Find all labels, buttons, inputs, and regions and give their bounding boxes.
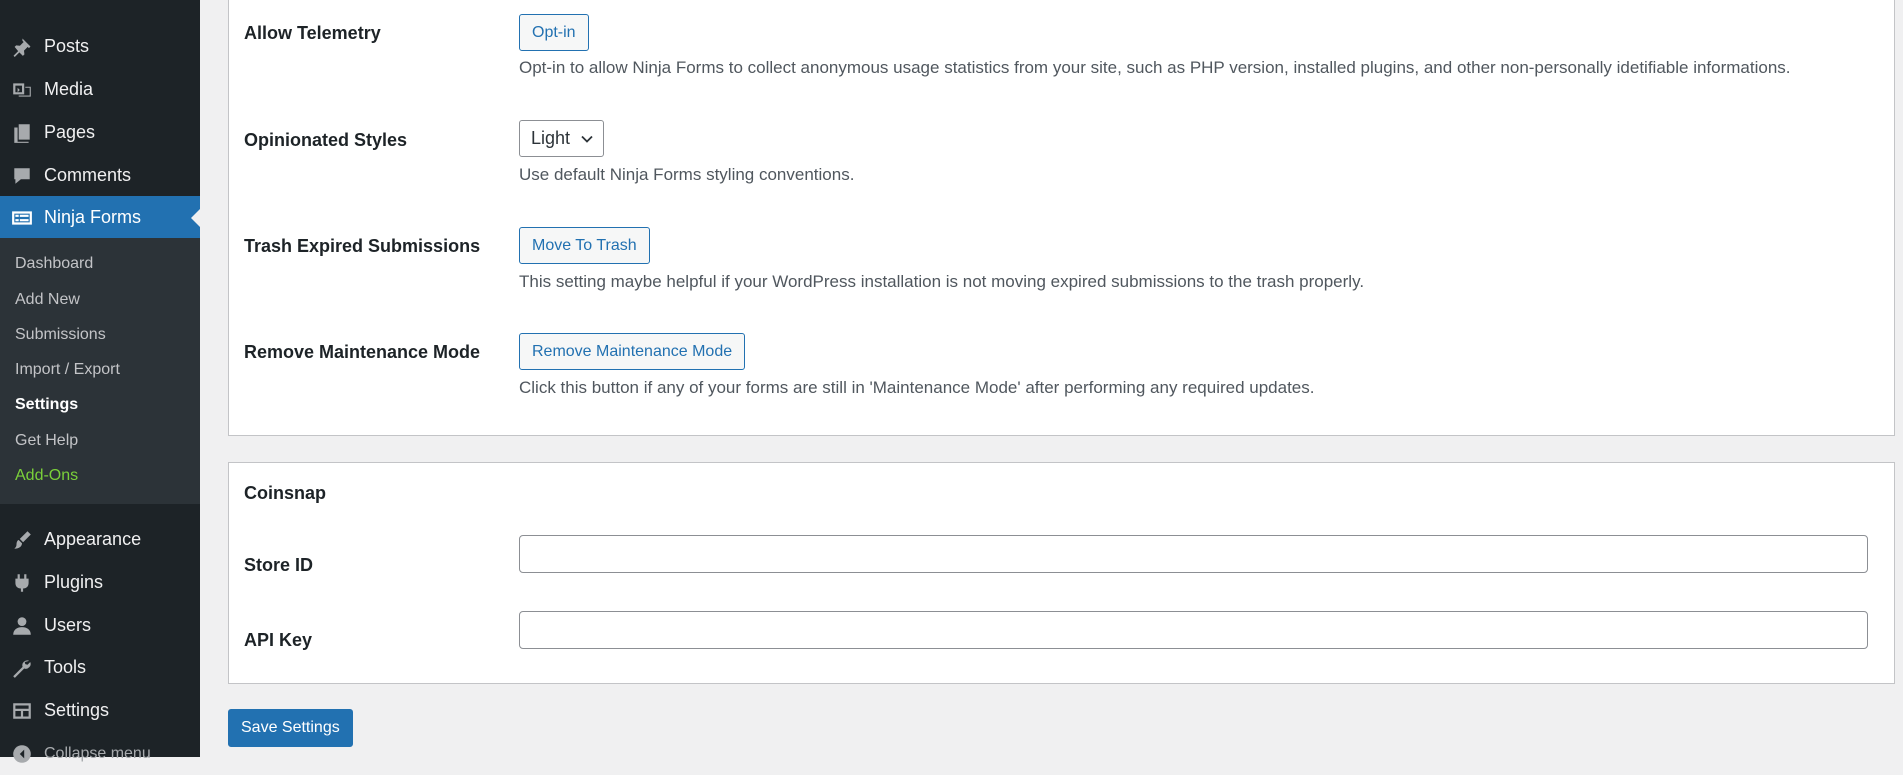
menu-label: Pages — [44, 122, 96, 142]
menu-label: Plugins — [44, 572, 104, 592]
menu-label: Posts — [44, 36, 90, 56]
forms-icon — [10, 206, 34, 230]
pages-icon — [10, 121, 34, 145]
menu-item-media[interactable]: Media — [0, 68, 200, 111]
store-id-label: Store ID — [244, 555, 314, 575]
advanced-settings-panel: Allow Telemetry Opt-in Opt-in to allow N… — [228, 0, 1895, 436]
coinsnap-title: Coinsnap — [244, 483, 327, 503]
menu-item-tools[interactable]: Tools — [0, 646, 200, 689]
menu-label: Users — [44, 615, 92, 635]
submenu-item-get-help[interactable]: Get Help — [15, 432, 78, 450]
menu-label: Appearance — [44, 529, 142, 549]
menu-label: Tools — [44, 657, 87, 677]
ninja-forms-submenu: Dashboard Add New Submissions Import / E… — [0, 238, 200, 504]
remove-maintenance-mode-button[interactable]: Remove Maintenance Mode — [519, 333, 746, 370]
media-icon — [10, 78, 34, 102]
plugin-icon — [10, 571, 34, 595]
menu-item-pages[interactable]: Pages — [0, 111, 200, 154]
opinionated-styles-label: Opinionated Styles — [244, 130, 408, 150]
menu-item-ninja-forms[interactable]: Ninja Forms — [0, 196, 200, 239]
menu-item-settings[interactable]: Settings — [0, 689, 200, 732]
coinsnap-settings-panel: Coinsnap Store ID API Key — [228, 462, 1895, 684]
select-value: Light — [531, 128, 571, 148]
store-id-input[interactable] — [519, 535, 1868, 573]
trash-expired-description: This setting maybe helpful if your WordP… — [519, 272, 1365, 291]
menu-item-comments[interactable]: Comments — [0, 154, 200, 197]
maintenance-mode-label: Remove Maintenance Mode — [244, 342, 481, 362]
opinionated-styles-description: Use default Ninja Forms styling conventi… — [519, 165, 855, 184]
opinionated-styles-select[interactable]: Light — [519, 120, 604, 157]
api-key-input[interactable] — [519, 611, 1868, 649]
menu-label: Media — [44, 79, 94, 99]
wrench-icon — [10, 656, 34, 680]
comment-icon — [10, 164, 34, 188]
submenu-item-add-ons[interactable]: Add-Ons — [15, 467, 78, 485]
menu-item-posts[interactable]: Posts — [0, 25, 200, 68]
menu-item-plugins[interactable]: Plugins — [0, 561, 200, 604]
menu-label: Collapse menu — [44, 744, 151, 762]
menu-label: Ninja Forms — [44, 207, 142, 227]
settings-icon — [10, 699, 34, 723]
chevron-down-icon — [581, 135, 593, 143]
maintenance-mode-description: Click this button if any of your forms a… — [519, 378, 1315, 397]
api-key-label: API Key — [244, 630, 313, 650]
menu-label: Settings — [44, 700, 110, 720]
submenu-item-settings[interactable]: Settings — [15, 396, 78, 414]
trash-expired-label: Trash Expired Submissions — [244, 236, 481, 256]
collapse-menu-button[interactable]: Collapse menu — [0, 732, 200, 775]
submenu-item-dashboard[interactable]: Dashboard — [15, 255, 93, 273]
move-to-trash-button[interactable]: Move To Trash — [519, 227, 650, 264]
telemetry-description: Opt-in to allow Ninja Forms to collect a… — [519, 58, 1791, 77]
submenu-item-import-export[interactable]: Import / Export — [15, 361, 120, 379]
menu-item-users[interactable]: Users — [0, 604, 200, 647]
opt-in-button[interactable]: Opt-in — [519, 14, 589, 51]
submenu-item-submissions[interactable]: Submissions — [15, 326, 106, 344]
save-settings-button[interactable]: Save Settings — [228, 709, 353, 747]
collapse-icon — [10, 742, 34, 766]
pushpin-icon — [10, 35, 34, 59]
admin-sidebar: Posts Media Pages Comments Ninja Forms D… — [0, 0, 200, 763]
menu-label: Comments — [44, 165, 132, 185]
user-icon — [10, 614, 34, 638]
paintbrush-icon — [10, 528, 34, 552]
telemetry-label: Allow Telemetry — [244, 23, 381, 43]
submenu-item-add-new[interactable]: Add New — [15, 291, 80, 309]
menu-item-appearance[interactable]: Appearance — [0, 518, 200, 561]
